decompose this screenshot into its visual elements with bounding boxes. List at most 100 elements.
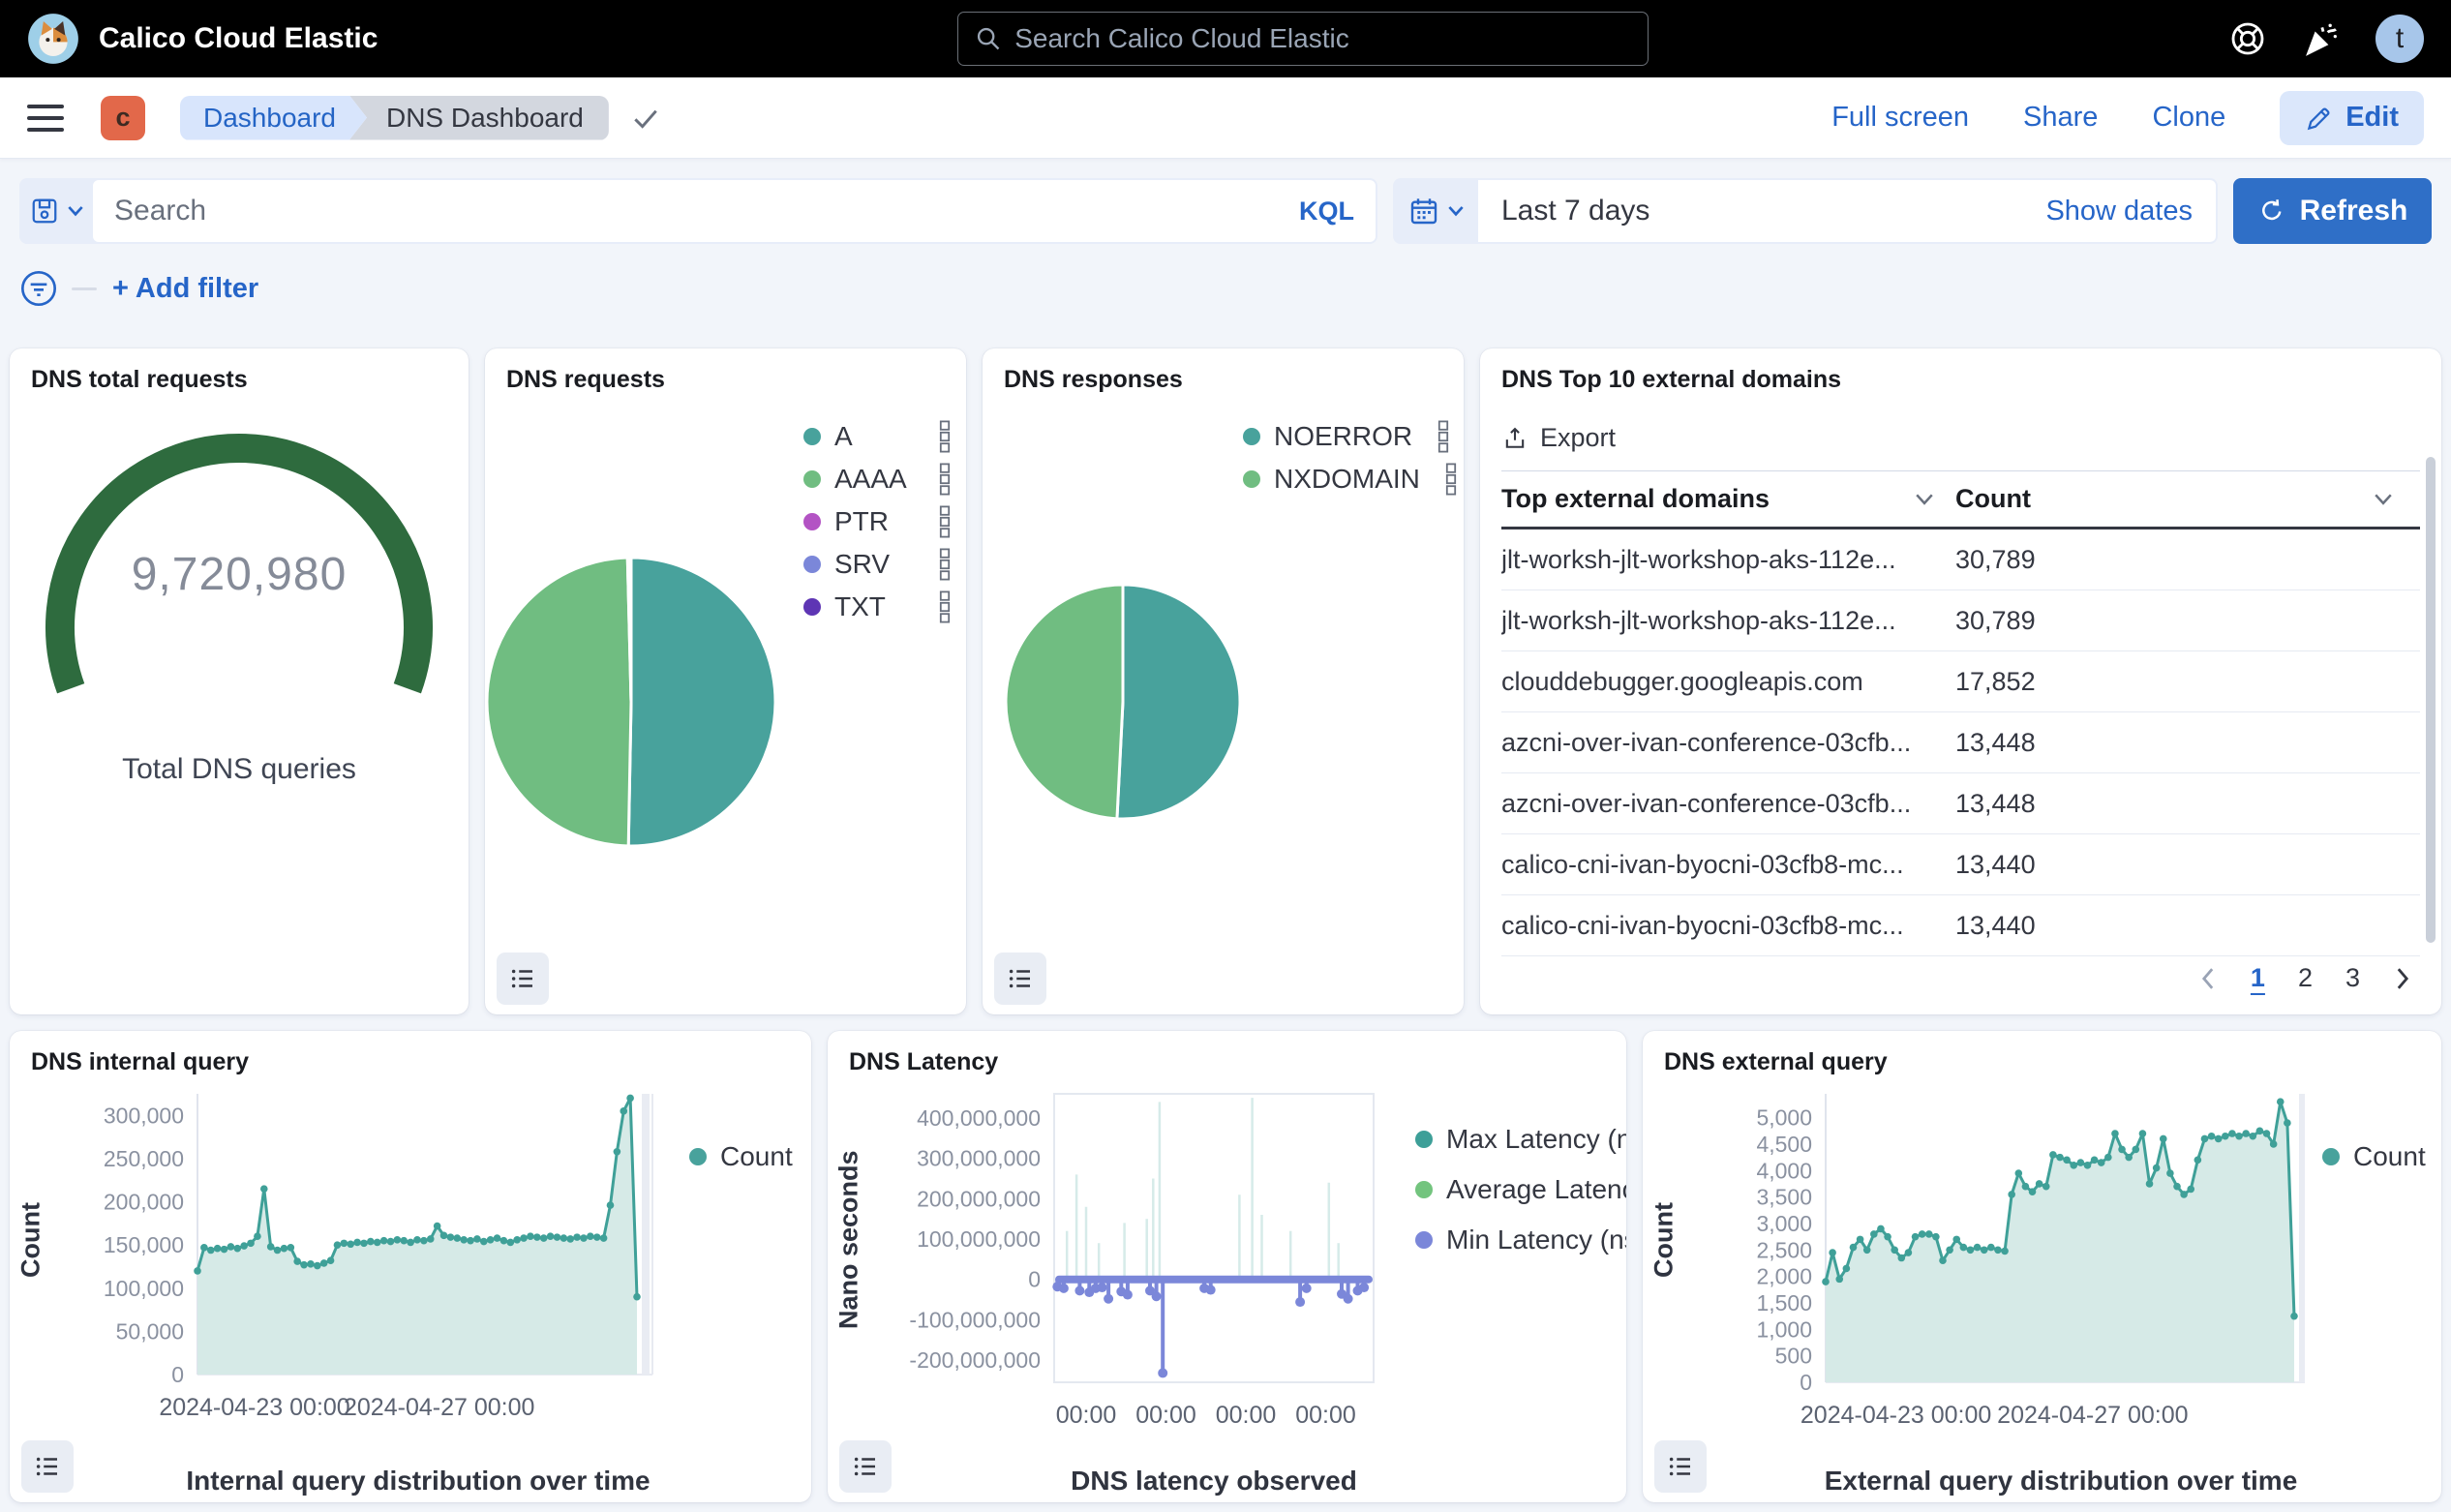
- pagination-next-button[interactable]: [2393, 965, 2412, 992]
- count-cell: 13,448: [1934, 789, 2420, 819]
- space-badge[interactable]: c: [101, 96, 145, 140]
- legend-actions-icon[interactable]: [1445, 463, 1457, 496]
- internal-query-area-chart[interactable]: 300,000250,000200,000150,000100,00050,00…: [52, 1080, 672, 1466]
- dns-responses-pie-chart[interactable]: [1002, 581, 1244, 823]
- domain-cell: azcni-over-ivan-conference-03cfb...: [1501, 728, 1934, 758]
- save-icon: [30, 197, 59, 226]
- legend-item[interactable]: TXT: [803, 592, 951, 621]
- legend-item[interactable]: PTR: [803, 507, 951, 536]
- legend-item[interactable]: NXDOMAIN: [1243, 465, 1448, 494]
- panel-dns-internal-query: DNS internal query Count 300,000250,0002…: [10, 1031, 811, 1502]
- legend-list-icon-button[interactable]: [497, 953, 549, 1005]
- table-scrollbar[interactable]: [2426, 457, 2436, 943]
- legend-dot: [1415, 1181, 1433, 1198]
- svg-text:00:00: 00:00: [1135, 1402, 1196, 1429]
- table-body: jlt-worksh-jlt-workshop-aks-112e...30,78…: [1501, 529, 2420, 956]
- svg-text:-100,000,000: -100,000,000: [909, 1307, 1041, 1332]
- saved-query-menu-button[interactable]: [21, 197, 93, 226]
- table-row: calico-cni-ivan-byocni-03cfb8-mc...13,44…: [1501, 895, 2420, 956]
- news-party-popper-icon[interactable]: [2302, 19, 2341, 58]
- legend-item[interactable]: Count: [689, 1142, 811, 1171]
- table-row: azcni-over-ivan-conference-03cfb...13,44…: [1501, 712, 2420, 773]
- legend-item[interactable]: AAAA: [803, 465, 951, 494]
- refresh-icon: [2257, 197, 2286, 226]
- legend-actions-icon[interactable]: [1437, 420, 1449, 453]
- legend-item[interactable]: NOERROR: [1243, 422, 1448, 451]
- dns-requests-legend: AAAAAPTRSRVTXT: [803, 422, 951, 621]
- legend-item[interactable]: SRV: [803, 550, 951, 579]
- pagination-prev-button[interactable]: [2198, 965, 2218, 992]
- app-title: Calico Cloud Elastic: [99, 22, 378, 55]
- filter-circle-icon[interactable]: [19, 269, 58, 308]
- share-button[interactable]: Share: [2023, 102, 2098, 134]
- legend-item[interactable]: Min Latency (ns): [1415, 1225, 1626, 1255]
- pencil-icon: [2305, 104, 2334, 133]
- pagination-page-1[interactable]: 1: [2251, 963, 2265, 993]
- legend-list-icon-button[interactable]: [839, 1440, 892, 1493]
- legend-list-icon-button[interactable]: [21, 1440, 74, 1493]
- svg-text:2024-04-23 00:00: 2024-04-23 00:00: [1800, 1402, 1991, 1429]
- legend-list-icon-button[interactable]: [994, 953, 1046, 1005]
- edit-button[interactable]: Edit: [2280, 91, 2424, 145]
- column-header-domains[interactable]: Top external domains: [1501, 484, 1934, 514]
- count-cell: 13,440: [1934, 850, 2420, 880]
- svg-text:200,000,000: 200,000,000: [917, 1186, 1041, 1211]
- domain-cell: calico-cni-ivan-byocni-03cfb8-mc...: [1501, 911, 1934, 941]
- legend-list-icon-button[interactable]: [1654, 1440, 1707, 1493]
- legend-label: Average Latency (ns): [1446, 1174, 1626, 1205]
- global-search[interactable]: [957, 12, 1649, 66]
- svg-text:3,500: 3,500: [1756, 1185, 1812, 1210]
- date-quick-menu-button[interactable]: [1395, 196, 1478, 227]
- breadcrumb-dns-dashboard: DNS Dashboard: [349, 96, 609, 140]
- legend-actions-icon[interactable]: [939, 420, 951, 453]
- legend-actions-icon[interactable]: [939, 590, 951, 623]
- export-button[interactable]: Export: [1501, 423, 1616, 453]
- show-dates-button[interactable]: Show dates: [2045, 196, 2193, 227]
- user-avatar[interactable]: t: [2375, 15, 2424, 63]
- dns-requests-pie-chart[interactable]: [485, 554, 779, 850]
- x-axis-title: External query distribution over time: [1685, 1466, 2305, 1497]
- help-icon[interactable]: [2228, 19, 2267, 58]
- menu-hamburger-icon[interactable]: [27, 105, 64, 132]
- svg-text:300,000: 300,000: [104, 1103, 184, 1128]
- svg-text:400,000,000: 400,000,000: [917, 1105, 1041, 1131]
- pagination-page-2[interactable]: 2: [2298, 963, 2313, 993]
- svg-text:500: 500: [1775, 1344, 1812, 1369]
- breadcrumb-dashboard[interactable]: Dashboard: [180, 96, 367, 140]
- refresh-button[interactable]: Refresh: [2233, 178, 2432, 244]
- dns-latency-chart[interactable]: 400,000,000300,000,000200,000,000100,000…: [870, 1080, 1398, 1466]
- column-header-count[interactable]: Count: [1934, 484, 2420, 514]
- panel-dns-responses: DNS responses NOERRORNXDOMAIN: [983, 348, 1464, 1014]
- count-cell: 30,789: [1934, 606, 2420, 636]
- legend-dot: [2322, 1148, 2340, 1165]
- table-row: azcni-over-ivan-conference-03cfb...13,44…: [1501, 773, 2420, 834]
- time-range-value[interactable]: Last 7 days: [1501, 195, 1649, 227]
- legend-dot: [1415, 1231, 1433, 1249]
- global-search-input[interactable]: [957, 12, 1649, 66]
- legend-item[interactable]: Count: [2322, 1142, 2441, 1171]
- y-axis-title: Count: [10, 1080, 52, 1400]
- full-screen-button[interactable]: Full screen: [1831, 102, 1969, 134]
- svg-text:-200,000,000: -200,000,000: [909, 1347, 1041, 1373]
- dns-responses-legend: NOERROR NXDOMAIN: [1243, 422, 1448, 494]
- legend-actions-icon[interactable]: [939, 505, 951, 538]
- legend-actions-icon[interactable]: [939, 548, 951, 581]
- add-filter-button[interactable]: + Add filter: [112, 273, 258, 305]
- query-language-button[interactable]: KQL: [1299, 197, 1354, 227]
- svg-text:1,000: 1,000: [1756, 1316, 1812, 1342]
- pagination-page-3[interactable]: 3: [2345, 963, 2360, 993]
- legend-item[interactable]: Max Latency (ns): [1415, 1125, 1626, 1154]
- legend-item[interactable]: Average Latency (ns): [1415, 1175, 1626, 1204]
- clone-button[interactable]: Clone: [2152, 102, 2225, 134]
- filter-divider: [72, 287, 97, 290]
- legend-label: Min Latency (ns): [1446, 1225, 1626, 1255]
- svg-text:0: 0: [1028, 1267, 1041, 1292]
- external-query-area-chart[interactable]: 5,0004,5004,0003,5003,0002,5002,0001,500…: [1685, 1080, 2305, 1466]
- legend-actions-icon[interactable]: [939, 463, 951, 496]
- legend-item[interactable]: A: [803, 422, 951, 451]
- y-axis-title: Count: [1643, 1080, 1685, 1400]
- query-input-wrap[interactable]: KQL: [93, 180, 1376, 242]
- panel-dns-requests: DNS requests AAAAAPTRSRVTXT: [485, 348, 966, 1014]
- query-search-input[interactable]: [114, 195, 1299, 227]
- svg-text:250,000: 250,000: [104, 1146, 184, 1171]
